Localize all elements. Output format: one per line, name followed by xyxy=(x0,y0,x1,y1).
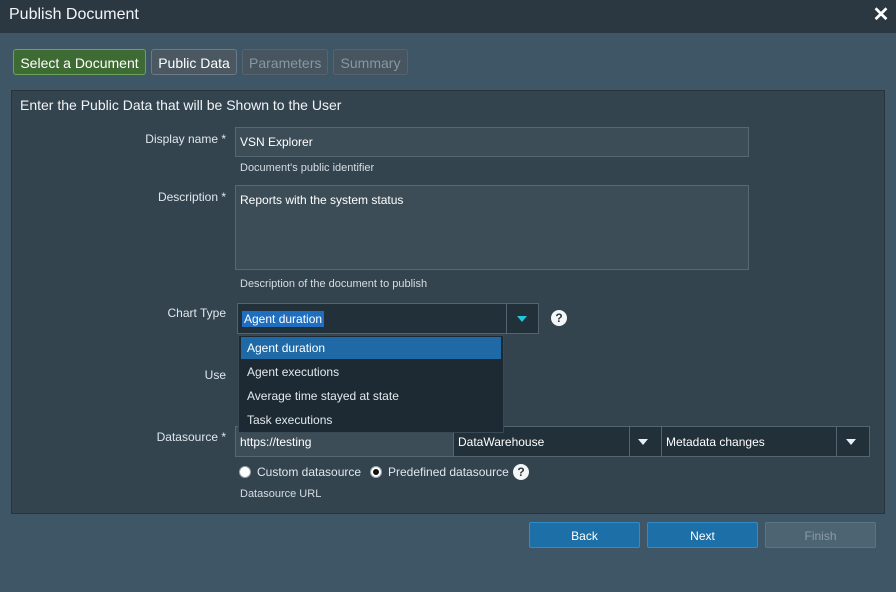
chart-type-label: Chart Type xyxy=(167,306,226,320)
dropdown-option[interactable]: Task executions xyxy=(241,409,501,431)
panel-heading: Enter the Public Data that will be Shown… xyxy=(20,97,342,113)
tab-public-data[interactable]: Public Data xyxy=(151,49,237,75)
dropdown-option[interactable]: Agent duration xyxy=(241,337,501,359)
finish-button[interactable]: Finish xyxy=(765,522,876,548)
tab-summary[interactable]: Summary xyxy=(333,49,408,75)
next-button[interactable]: Next xyxy=(647,522,758,548)
select-divider xyxy=(629,427,630,456)
dropdown-option[interactable]: Agent executions xyxy=(241,361,501,383)
chart-type-selected-value: Agent duration xyxy=(242,311,325,327)
title-bar: Publish Document ✕ xyxy=(0,0,896,33)
description-help: Description of the document to publish xyxy=(240,278,428,290)
select-divider xyxy=(506,304,507,333)
use-label: Use xyxy=(204,368,226,382)
datawarehouse-value: DataWarehouse xyxy=(458,435,545,449)
chevron-down-icon[interactable] xyxy=(517,316,527,322)
custom-datasource-radio[interactable] xyxy=(239,466,251,478)
tab-select-document[interactable]: Select a Document xyxy=(13,49,146,75)
predefined-datasource-radio[interactable] xyxy=(370,466,382,478)
select-divider xyxy=(836,427,837,456)
metadata-value: Metadata changes xyxy=(666,435,765,449)
dialog-title: Publish Document xyxy=(9,6,139,23)
description-label: Description * xyxy=(157,190,226,204)
display-name-help: Document's public identifier xyxy=(240,162,375,174)
predefined-datasource-label: Predefined datasource xyxy=(388,465,509,479)
datasource-help: Datasource URL xyxy=(240,488,322,500)
back-button[interactable]: Back xyxy=(529,522,640,548)
datasource-label: Datasource * xyxy=(156,430,226,444)
dropdown-option[interactable]: Average time stayed at state xyxy=(241,385,501,407)
close-icon[interactable]: ✕ xyxy=(870,4,892,26)
custom-datasource-label: Custom datasource xyxy=(257,465,362,479)
description-textarea[interactable]: Reports with the system status xyxy=(235,185,749,270)
chevron-down-icon[interactable] xyxy=(638,439,648,445)
metadata-select[interactable]: Metadata changes xyxy=(661,426,870,457)
chart-type-select[interactable]: Agent duration xyxy=(237,303,539,334)
chart-type-dropdown-list: Agent duration Agent executions Average … xyxy=(238,335,504,433)
tab-parameters[interactable]: Parameters xyxy=(242,49,328,75)
chevron-down-icon[interactable] xyxy=(846,439,856,445)
help-icon[interactable]: ? xyxy=(513,464,529,480)
display-name-label: Display name * xyxy=(145,132,226,146)
help-icon[interactable]: ? xyxy=(551,310,567,326)
display-name-input[interactable] xyxy=(235,127,749,157)
